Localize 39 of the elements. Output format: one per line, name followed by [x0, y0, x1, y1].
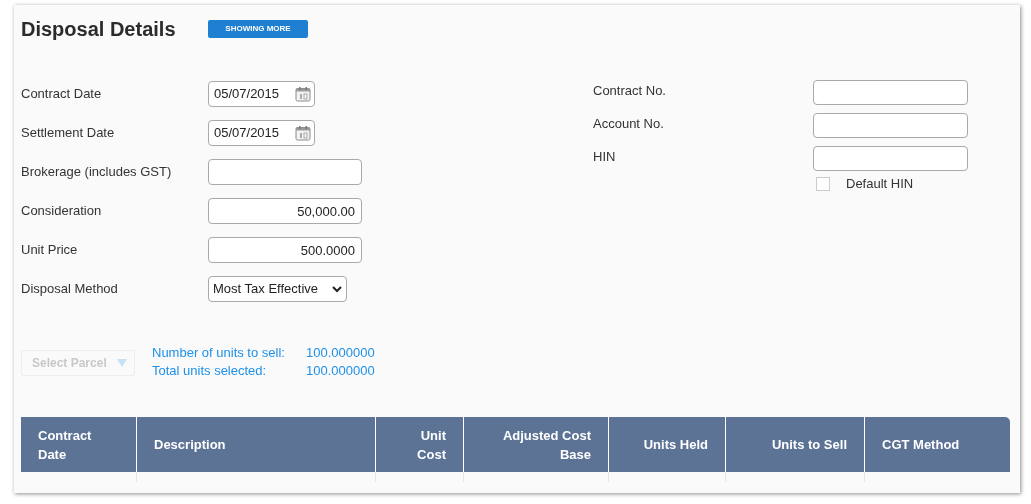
- column-header: Description: [154, 436, 226, 454]
- number-field[interactable]: 500.0000: [208, 237, 362, 263]
- dropdown-triangle-icon: [116, 359, 127, 367]
- column-header: Adjusted Cost Base: [501, 426, 591, 464]
- summary-value: 100.000000: [306, 344, 375, 362]
- page-title: Disposal Details: [21, 17, 177, 42]
- field-label: HIN: [593, 147, 617, 166]
- column-header: Units Held: [643, 436, 708, 454]
- field-label: Settlement Date: [21, 124, 116, 143]
- field-label: Contract No.: [593, 81, 667, 100]
- calendar-icon[interactable]: [295, 86, 311, 102]
- field-label: Unit Price: [21, 241, 79, 260]
- summary-label: Number of units to sell:: [152, 344, 286, 362]
- column-header: Contract Date: [38, 426, 93, 464]
- date-field[interactable]: 05/07/2015: [208, 120, 315, 146]
- field-label: Brokerage (includes GST): [21, 163, 173, 182]
- chevron-down-icon: [332, 285, 342, 293]
- date-value: 05/07/2015: [214, 85, 280, 104]
- summary-value: 100.000000: [306, 362, 375, 380]
- date-field[interactable]: 05/07/2015: [208, 81, 315, 107]
- number-field[interactable]: 50,000.00: [208, 198, 362, 224]
- text-field[interactable]: [813, 112, 968, 138]
- dropdown[interactable]: Most Tax Effective: [208, 276, 347, 302]
- showing-more-button[interactable]: SHOWING MORE: [208, 20, 308, 38]
- column-header: CGT Method: [882, 436, 960, 454]
- column-header: Unit Cost: [416, 426, 446, 464]
- summary-label: Total units selected:: [152, 362, 268, 380]
- text-field[interactable]: [813, 79, 968, 105]
- field-label: Account No.: [593, 114, 665, 133]
- calendar-icon[interactable]: [295, 125, 311, 141]
- text-field[interactable]: [813, 145, 968, 171]
- field-label: Contract Date: [21, 85, 103, 104]
- field-label: Disposal Method: [21, 280, 119, 299]
- default-hin-checkbox[interactable]: [816, 176, 830, 191]
- date-value: 05/07/2015: [214, 124, 280, 143]
- checkbox-label: Default HIN: [846, 175, 914, 193]
- column-header: Units to Sell: [771, 436, 847, 454]
- text-field[interactable]: [208, 159, 362, 185]
- field-label: Consideration: [21, 202, 103, 221]
